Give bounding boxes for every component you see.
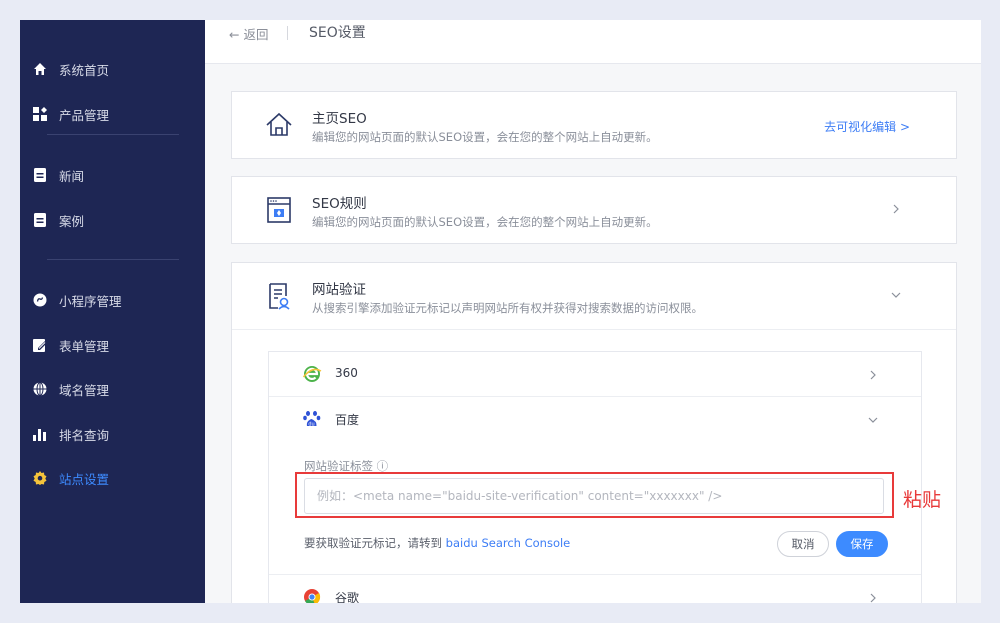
- product-grid-icon: [33, 107, 47, 121]
- bar-chart-icon: [33, 427, 47, 441]
- engine-row-360[interactable]: 360: [269, 352, 921, 396]
- sidebar-item-label: 小程序管理: [59, 293, 122, 309]
- document-icon: [33, 213, 47, 227]
- console-hint: 要获取验证元标记，请转到 baidu Search Console: [304, 535, 570, 551]
- baidu-console-link[interactable]: baidu Search Console: [446, 536, 571, 550]
- site-verification-header[interactable]: 网站验证 从搜索引擎添加验证元标记以声明网站所有权并获得对搜索数据的访问权限。: [232, 263, 956, 329]
- highlight-box: [295, 472, 894, 518]
- card-description: 编辑您的网站页面的默认SEO设置，会在您的整个网站上自动更新。: [312, 130, 658, 144]
- sidebar-item-label: 排名查询: [59, 427, 110, 443]
- sidebar-item-site-settings[interactable]: 站点设置: [20, 458, 205, 498]
- save-button[interactable]: 保存: [836, 531, 888, 557]
- engine-row-baidu[interactable]: du 百度: [269, 397, 921, 441]
- seo-rules-card: SEO规则 编辑您的网站页面的默认SEO设置，会在您的整个网站上自动更新。: [231, 176, 957, 244]
- engine-row-google[interactable]: 谷歌: [269, 575, 921, 603]
- top-bar: ← 返回 SEO设置: [205, 20, 981, 64]
- sidebar-item-label: 表单管理: [59, 338, 110, 354]
- sidebar-item-products[interactable]: 产品管理: [20, 94, 205, 134]
- sidebar-item-label: 产品管理: [59, 107, 110, 123]
- engine-label: 谷歌: [335, 591, 360, 603]
- chevron-right-icon: [867, 590, 879, 603]
- engine-label: 360: [335, 366, 358, 380]
- home-seo-header[interactable]: 主页SEO 编辑您的网站页面的默认SEO设置，会在您的整个网站上自动更新。 去可…: [232, 92, 956, 158]
- sidebar-item-ranking[interactable]: 排名查询: [20, 414, 205, 454]
- chevron-down-icon: [867, 412, 879, 426]
- sidebar-item-label: 案例: [59, 213, 85, 229]
- verify-document-icon: [264, 281, 294, 311]
- page-title: SEO设置: [309, 25, 366, 41]
- card-title: SEO规则: [312, 196, 367, 212]
- back-button[interactable]: ← 返回: [229, 24, 268, 43]
- header-divider: [287, 26, 288, 40]
- chrome-icon: [302, 587, 322, 603]
- sidebar-item-label: 新闻: [59, 168, 85, 184]
- hint-text: 要获取验证元标记，请转到: [304, 536, 446, 550]
- sidebar-item-news[interactable]: 新闻: [20, 155, 205, 195]
- sidebar-item-mini-program[interactable]: 小程序管理: [20, 280, 205, 320]
- card-title: 网站验证: [312, 282, 366, 298]
- cancel-button[interactable]: 取消: [777, 531, 829, 557]
- seo-rules-header[interactable]: SEO规则 编辑您的网站页面的默认SEO设置，会在您的整个网站上自动更新。: [232, 177, 956, 243]
- sidebar-item-cases[interactable]: 案例: [20, 200, 205, 240]
- chevron-right-icon: [867, 367, 879, 381]
- sidebar-divider: [47, 134, 179, 135]
- sidebar-divider: [47, 259, 179, 260]
- sidebar-item-label: 域名管理: [59, 382, 110, 398]
- home-icon: [33, 62, 47, 76]
- svg-text:du: du: [308, 421, 314, 427]
- mini-program-icon: [33, 293, 47, 307]
- engine-label: 百度: [335, 413, 360, 427]
- form-edit-icon: [33, 338, 47, 352]
- browser-window-icon: [264, 195, 294, 225]
- chevron-right-icon: [890, 201, 902, 215]
- sidebar: 系统首页 产品管理 新闻 案例 小程序管理 表单管理 域名管理 排名查询 站点设…: [20, 20, 205, 603]
- sidebar-item-label: 站点设置: [59, 471, 110, 487]
- visual-edit-link[interactable]: 去可视化编辑 >: [824, 118, 910, 135]
- sidebar-item-domains[interactable]: 域名管理: [20, 369, 205, 409]
- 360-browser-icon: [302, 364, 322, 384]
- paste-annotation: 粘贴: [903, 489, 942, 511]
- card-description: 从搜索引擎添加验证元标记以声明网站所有权并获得对搜索数据的访问权限。: [312, 301, 703, 315]
- document-icon: [33, 168, 47, 182]
- card-divider: [232, 329, 956, 330]
- home-outline-icon: [264, 110, 294, 140]
- chevron-down-icon: [890, 287, 902, 301]
- card-description: 编辑您的网站页面的默认SEO设置，会在您的整个网站上自动更新。: [312, 215, 658, 229]
- gear-icon: [33, 471, 47, 485]
- sidebar-item-home[interactable]: 系统首页: [20, 49, 205, 89]
- card-title: 主页SEO: [312, 111, 367, 127]
- globe-icon: [33, 382, 47, 396]
- sidebar-item-forms[interactable]: 表单管理: [20, 325, 205, 365]
- sidebar-item-label: 系统首页: [59, 62, 110, 78]
- home-seo-card: 主页SEO 编辑您的网站页面的默认SEO设置，会在您的整个网站上自动更新。 去可…: [231, 91, 957, 159]
- site-verification-card: 网站验证 从搜索引擎添加验证元标记以声明网站所有权并获得对搜索数据的访问权限。 …: [231, 262, 957, 603]
- baidu-paw-icon: du: [302, 409, 322, 429]
